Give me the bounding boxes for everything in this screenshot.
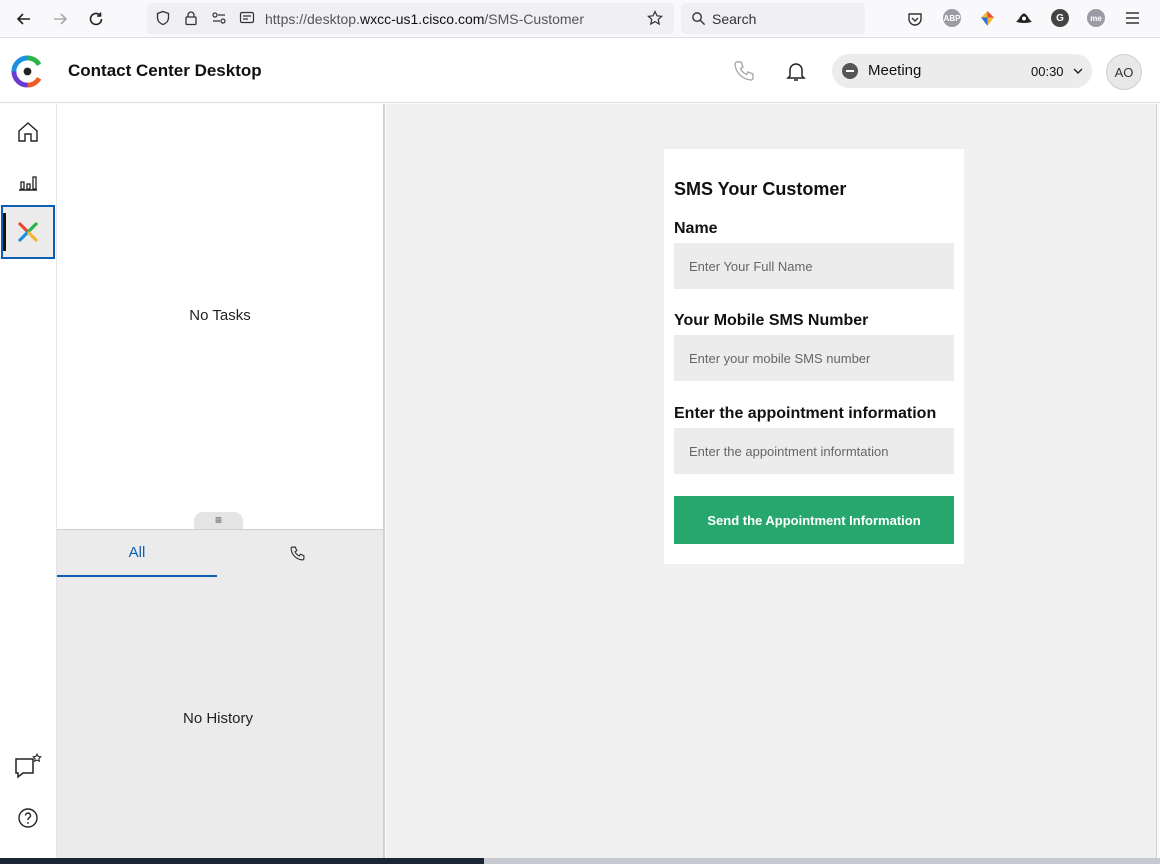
mobile-number-label: Your Mobile SMS Number	[674, 312, 869, 329]
os-taskbar-strip	[0, 858, 1160, 864]
browser-toolbar: https://desktop.wxcc-us1.cisco.com/SMS-C…	[0, 0, 1160, 38]
webex-logo-icon	[11, 55, 42, 88]
chevron-down-icon	[1073, 68, 1083, 74]
task-list-panel: No Tasks	[57, 104, 385, 529]
home-icon	[18, 122, 38, 142]
form-title: SMS Your Customer	[674, 179, 847, 199]
panel-resize-handle[interactable]: ≡	[194, 512, 243, 530]
phone-icon	[290, 546, 304, 561]
help-icon	[18, 808, 38, 828]
url-text[interactable]: https://desktop.wxcc-us1.cisco.com/SMS-C…	[265, 11, 584, 27]
appointment-input[interactable]	[674, 428, 954, 474]
lock-icon	[185, 11, 197, 26]
mobile-number-input[interactable]	[674, 335, 954, 381]
agent-state-label: Meeting	[868, 62, 922, 79]
bar-chart-icon	[19, 176, 37, 191]
agent-state-dropdown[interactable]: Meeting 00:30	[832, 54, 1092, 88]
adblock-extension-icon[interactable]: ABP	[943, 9, 961, 27]
search-icon	[692, 12, 706, 26]
phone-icon[interactable]	[732, 59, 756, 83]
no-tasks-text: No Tasks	[189, 307, 251, 324]
shield-icon	[156, 10, 170, 26]
hat-extension-icon[interactable]	[1014, 9, 1034, 28]
reader-view-icon[interactable]	[239, 10, 255, 26]
tab-voice[interactable]	[217, 530, 377, 577]
agent-state-timer: 00:30	[1031, 64, 1064, 79]
url-host: wxcc-us1.cisco.com	[359, 11, 485, 27]
taskbar-dark-segment	[0, 858, 484, 864]
app-header: Contact Center Desktop Meeting 00:30 AO	[0, 39, 1160, 103]
grammarly-extension-icon[interactable]: G	[1051, 9, 1069, 27]
name-input[interactable]	[674, 243, 954, 289]
app-title: Contact Center Desktop	[68, 61, 262, 80]
nav-home[interactable]	[0, 106, 56, 158]
nav-feedback[interactable]	[0, 741, 56, 793]
address-bar[interactable]: https://desktop.wxcc-us1.cisco.com/SMS-C…	[147, 3, 674, 34]
chat-feedback-icon	[15, 752, 42, 779]
name-label: Name	[674, 220, 718, 237]
state-idle-icon	[842, 63, 858, 79]
menu-icon[interactable]	[1125, 11, 1140, 25]
back-icon[interactable]	[12, 7, 36, 31]
appointment-label: Enter the appointment information	[674, 405, 937, 422]
colorful-widget-icon	[18, 222, 38, 242]
bookmark-star-icon[interactable]	[647, 10, 663, 26]
right-panel-edge	[1156, 104, 1160, 858]
colorful-extension-icon[interactable]	[978, 9, 997, 28]
notification-bell-icon[interactable]	[784, 59, 808, 83]
tab-all[interactable]: All	[57, 530, 217, 577]
url-prefix: https://desktop.	[265, 11, 360, 27]
history-panel: All No History	[57, 529, 385, 858]
nav-custom-widget[interactable]	[1, 205, 55, 259]
browser-search-box[interactable]: Search	[681, 3, 865, 34]
nav-help[interactable]	[0, 792, 56, 844]
nav-analyzer[interactable]	[0, 156, 56, 208]
permissions-icon[interactable]	[211, 10, 227, 26]
url-path: /SMS-Customer	[484, 11, 584, 27]
reload-icon[interactable]	[84, 7, 108, 31]
no-history-text: No History	[182, 710, 253, 727]
forward-icon[interactable]	[48, 7, 72, 31]
pocket-icon[interactable]	[906, 10, 924, 28]
sms-customer-form: SMS Your Customer Name Your Mobile SMS N…	[664, 149, 964, 564]
send-appointment-button[interactable]: Send the Appointment Information	[674, 496, 954, 544]
nav-rail	[0, 104, 57, 864]
me-extension-icon[interactable]: me	[1087, 9, 1105, 27]
user-avatar[interactable]: AO	[1106, 54, 1142, 90]
search-placeholder: Search	[712, 11, 757, 27]
